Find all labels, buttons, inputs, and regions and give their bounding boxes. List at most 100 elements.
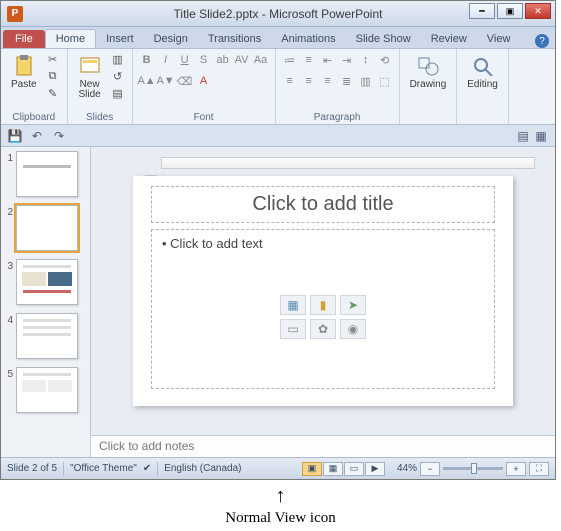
bullets-button[interactable]: ≔ bbox=[282, 52, 298, 68]
columns-button[interactable]: ▥ bbox=[358, 73, 374, 89]
smartart-button[interactable]: ⬚ bbox=[377, 73, 393, 89]
insert-smartart-icon[interactable]: ➤ bbox=[340, 295, 366, 315]
fit-to-window-button[interactable]: ⛶ bbox=[529, 462, 549, 476]
paste-icon bbox=[12, 54, 36, 78]
slide-sorter-button[interactable]: ▦ bbox=[323, 462, 343, 476]
zoom-level[interactable]: 44% bbox=[397, 463, 417, 474]
reset-icon[interactable]: ↺ bbox=[110, 69, 126, 83]
format-painter-icon[interactable]: ✎ bbox=[45, 86, 61, 100]
thumbnail-5[interactable] bbox=[16, 367, 78, 413]
cut-icon[interactable]: ✂ bbox=[45, 52, 61, 66]
indent-inc-button[interactable]: ⇥ bbox=[339, 52, 355, 68]
group-clipboard: Paste ✂ ⧉ ✎ Clipboard bbox=[1, 49, 68, 124]
line-spacing-button[interactable]: ↕ bbox=[358, 52, 374, 68]
titlebar: P Title Slide2.pptx - Microsoft PowerPoi… bbox=[1, 1, 555, 27]
status-theme: "Office Theme" bbox=[70, 463, 137, 474]
slideshow-view-button[interactable]: ▶ bbox=[365, 462, 385, 476]
thumb-number: 4 bbox=[3, 313, 13, 326]
align-left-button[interactable]: ≡ bbox=[282, 73, 298, 89]
thumbnail-1[interactable] bbox=[16, 151, 78, 197]
clear-format-button[interactable]: ⌫ bbox=[177, 73, 193, 89]
save-icon[interactable]: 💾 bbox=[7, 128, 23, 144]
copy-icon[interactable]: ⧉ bbox=[45, 69, 61, 83]
arrow-icon: ↑ bbox=[0, 486, 561, 506]
shrink-font-button[interactable]: A▼ bbox=[158, 73, 174, 89]
zoom-in-button[interactable]: + bbox=[506, 462, 526, 476]
tab-design[interactable]: Design bbox=[144, 30, 198, 48]
annotation: ↑ Normal View icon bbox=[0, 486, 561, 527]
ribbon-tabstrip: File Home Insert Design Transitions Anim… bbox=[1, 27, 555, 49]
zoom-slider[interactable] bbox=[443, 467, 503, 470]
justify-button[interactable]: ≣ bbox=[339, 73, 355, 89]
underline-button[interactable]: U bbox=[177, 52, 193, 68]
minimize-button[interactable]: ━ bbox=[469, 3, 495, 19]
status-language[interactable]: English (Canada) bbox=[164, 463, 241, 474]
bold-button[interactable]: B bbox=[139, 52, 155, 68]
insert-clipart-icon[interactable]: ✿ bbox=[310, 319, 336, 339]
app-icon: P bbox=[7, 6, 23, 22]
ribbon: Paste ✂ ⧉ ✎ Clipboard New Slide bbox=[1, 49, 555, 125]
italic-button[interactable]: I bbox=[158, 52, 174, 68]
redo-icon[interactable]: ↷ bbox=[51, 128, 67, 144]
font-color-button[interactable]: A bbox=[196, 73, 212, 89]
align-center-button[interactable]: ≡ bbox=[301, 73, 317, 89]
close-button[interactable]: ✕ bbox=[525, 3, 551, 19]
group-label-slides: Slides bbox=[74, 110, 126, 123]
spacing-button[interactable]: AV bbox=[234, 52, 250, 68]
insert-chart-icon[interactable]: ▮ bbox=[310, 295, 336, 315]
layout-icon[interactable]: ▥ bbox=[110, 52, 126, 66]
status-slide-info: Slide 2 of 5 bbox=[7, 463, 57, 474]
help-icon[interactable]: ? bbox=[535, 34, 549, 48]
notes-pane[interactable]: Click to add notes bbox=[91, 435, 555, 457]
group-slides: New Slide ▥ ↺ ▤ Slides bbox=[68, 49, 133, 124]
group-font: B I U S ab AV Aa A▲ A▼ ⌫ A Font bbox=[133, 49, 276, 124]
grow-font-button[interactable]: A▲ bbox=[139, 73, 155, 89]
group-label-paragraph: Paragraph bbox=[282, 110, 393, 123]
tab-home[interactable]: Home bbox=[45, 29, 96, 48]
paste-button[interactable]: Paste bbox=[7, 52, 41, 92]
new-slide-icon bbox=[78, 54, 102, 78]
tab-animations[interactable]: Animations bbox=[271, 30, 345, 48]
indent-dec-button[interactable]: ⇤ bbox=[320, 52, 336, 68]
shadow-button[interactable]: ab bbox=[215, 52, 231, 68]
thumbnail-4[interactable] bbox=[16, 313, 78, 359]
annotation-label: Normal View icon bbox=[0, 510, 561, 527]
slide-canvas[interactable]: Click to add title Click to add text ▦ ▮… bbox=[133, 176, 513, 406]
content-placeholder[interactable]: Click to add text ▦ ▮ ➤ ▭ ✿ ◉ bbox=[151, 229, 495, 389]
content-type-icons: ▦ ▮ ➤ ▭ ✿ ◉ bbox=[280, 295, 366, 339]
tab-file[interactable]: File bbox=[3, 30, 45, 48]
tab-slideshow[interactable]: Slide Show bbox=[346, 30, 421, 48]
normal-view-button[interactable]: ▣ bbox=[302, 462, 322, 476]
thumbnail-2[interactable] bbox=[16, 205, 78, 251]
reading-view-button[interactable]: ▭ bbox=[344, 462, 364, 476]
editing-button[interactable]: Editing bbox=[463, 52, 502, 92]
tab-insert[interactable]: Insert bbox=[96, 30, 144, 48]
undo-icon[interactable]: ↶ bbox=[29, 128, 45, 144]
slide-editor-area: Click to add title Click to add text ▦ ▮… bbox=[91, 147, 555, 457]
align-right-button[interactable]: ≡ bbox=[320, 73, 336, 89]
strike-button[interactable]: S bbox=[196, 52, 212, 68]
numbering-button[interactable]: ≡ bbox=[301, 52, 317, 68]
thumb-number: 5 bbox=[3, 367, 13, 380]
text-direction-button[interactable]: ⟲ bbox=[377, 52, 393, 68]
outline-tab-icon[interactable]: ▤ bbox=[515, 128, 531, 144]
zoom-out-button[interactable]: − bbox=[420, 462, 440, 476]
tab-view[interactable]: View bbox=[477, 30, 521, 48]
case-button[interactable]: Aa bbox=[253, 52, 269, 68]
title-placeholder[interactable]: Click to add title bbox=[151, 186, 495, 223]
slides-tab-icon[interactable]: ▦ bbox=[533, 128, 549, 144]
insert-table-icon[interactable]: ▦ bbox=[280, 295, 306, 315]
status-bar: Slide 2 of 5 "Office Theme" ✔ English (C… bbox=[1, 457, 555, 479]
drawing-button[interactable]: Drawing bbox=[406, 52, 451, 92]
tab-transitions[interactable]: Transitions bbox=[198, 30, 271, 48]
tab-review[interactable]: Review bbox=[421, 30, 477, 48]
insert-media-icon[interactable]: ◉ bbox=[340, 319, 366, 339]
thumb-number: 3 bbox=[3, 259, 13, 272]
thumbnail-3[interactable] bbox=[16, 259, 78, 305]
quick-access-row: 💾 ↶ ↷ ▤ ▦ bbox=[1, 125, 555, 147]
maximize-button[interactable]: ▣ bbox=[497, 3, 523, 19]
insert-picture-icon[interactable]: ▭ bbox=[280, 319, 306, 339]
spellcheck-icon[interactable]: ✔ bbox=[143, 463, 151, 474]
new-slide-button[interactable]: New Slide bbox=[74, 52, 106, 102]
section-icon[interactable]: ▤ bbox=[110, 86, 126, 100]
